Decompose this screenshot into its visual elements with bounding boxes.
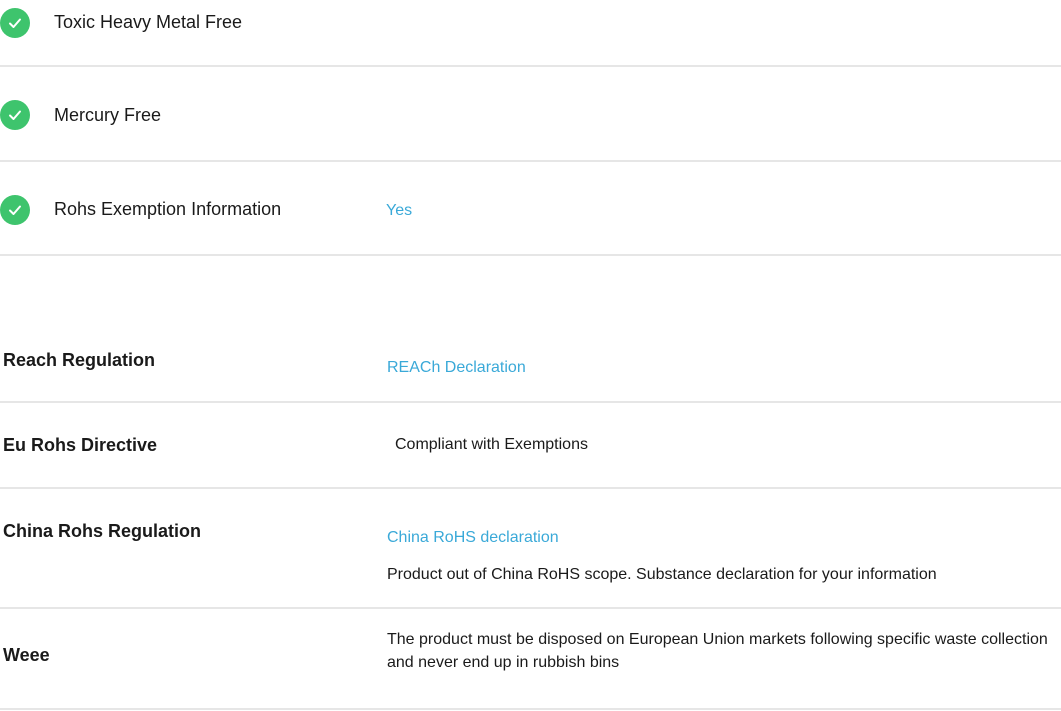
reach-declaration-link[interactable]: REACh Declaration	[387, 359, 526, 377]
check-label: Mercury Free	[54, 105, 162, 125]
reg-label-weee: Weee	[3, 645, 50, 665]
check-circle-icon	[0, 8, 30, 38]
check-label: Toxic Heavy Metal Free	[54, 12, 243, 32]
reg-row-china-rohs: China Rohs Regulation China RoHS declara…	[0, 489, 1061, 609]
check-label: Rohs Exemption Information	[54, 199, 282, 219]
reg-label-china-rohs: China Rohs Regulation	[3, 521, 201, 541]
reg-label-eu-rohs: Eu Rohs Directive	[3, 435, 158, 455]
china-rohs-declaration-link[interactable]: China RoHS declaration	[387, 529, 559, 547]
weee-description: The product must be disposed on European…	[387, 631, 1048, 671]
check-row-mercury-free: Mercury Free	[0, 66, 1061, 162]
check-circle-icon	[0, 195, 30, 225]
reg-label-reach: Reach Regulation	[3, 350, 156, 370]
china-rohs-note: Product out of China RoHS scope. Substan…	[387, 566, 937, 583]
check-circle-icon	[0, 100, 30, 130]
reg-row-reach: Reach Regulation REACh Declaration	[0, 323, 1061, 403]
check-row-rohs-exemption: Rohs Exemption Information Yes	[0, 160, 1061, 256]
check-row-toxic-heavy-metal: Toxic Heavy Metal Free	[0, 0, 1061, 67]
reg-row-weee: Weee The product must be disposed on Eur…	[0, 609, 1061, 710]
eu-rohs-status: Compliant with Exemptions	[395, 436, 588, 453]
reg-row-eu-rohs: Eu Rohs Directive Compliant with Exempti…	[0, 403, 1061, 489]
rohs-exemption-yes-link[interactable]: Yes	[386, 202, 412, 220]
